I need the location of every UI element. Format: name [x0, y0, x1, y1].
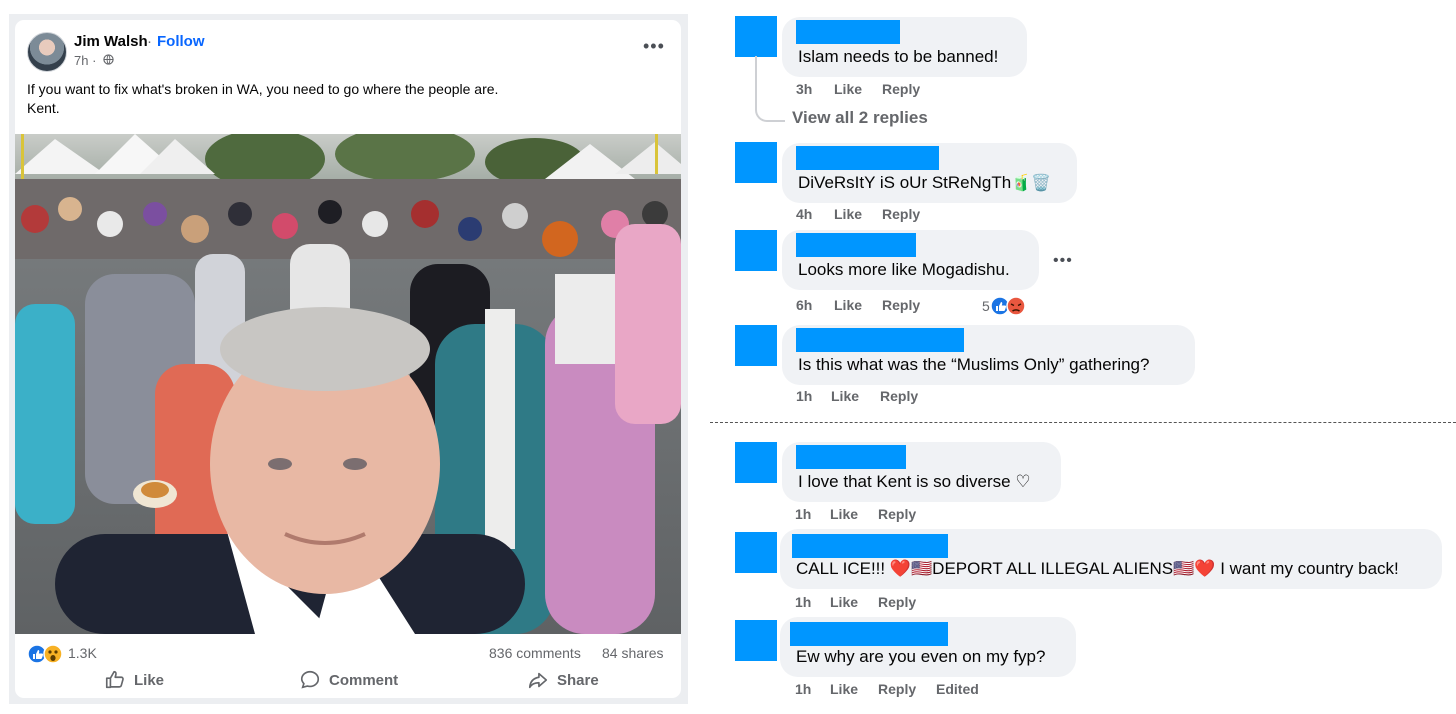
redacted-avatar	[735, 142, 777, 183]
comment-text: I love that Kent is so diverse ♡	[798, 472, 1031, 491]
post-card: Jim Walsh · Follow 7h · ••• If you want …	[15, 20, 681, 698]
redacted-avatar	[735, 325, 777, 366]
comment-meta: 3h Like Reply	[796, 81, 920, 97]
comment-text: CALL ICE!!! ❤️🇺🇸DEPORT ALL ILLEGAL ALIEN…	[796, 559, 1399, 578]
reaction-count[interactable]: 1.3K	[68, 645, 97, 661]
comment-bubble: DiVeRsItY iS oUr StReNgTh🧃🗑️	[782, 143, 1077, 203]
shares-count[interactable]: 84 shares	[602, 645, 663, 661]
comment-reply[interactable]: Reply	[878, 681, 936, 697]
reaction-icons[interactable]	[27, 644, 67, 664]
comment-text: Islam needs to be banned!	[798, 47, 999, 66]
redacted-avatar	[735, 230, 777, 271]
comment-bubble: Islam needs to be banned!	[782, 17, 1027, 77]
comment-label: Comment	[329, 671, 399, 689]
comment-like[interactable]: Like	[830, 506, 878, 522]
comment-text: DiVeRsItY iS oUr StReNgTh🧃🗑️	[798, 173, 1051, 193]
comment-meta: 1h Like Reply	[796, 388, 918, 404]
comment-like[interactable]: Like	[834, 81, 882, 97]
juice-trash-emoji: 🧃🗑️	[1011, 175, 1052, 192]
redacted-avatar	[735, 442, 777, 483]
comment-time[interactable]: 1h	[796, 388, 831, 404]
comment-bubble: Is this what was the “Muslims Only” gath…	[782, 325, 1195, 385]
like-button[interactable]: Like	[104, 666, 164, 694]
comment-like[interactable]: Like	[831, 388, 880, 404]
comment-button[interactable]: Comment	[299, 666, 398, 694]
post-time[interactable]: 7h ·	[74, 53, 96, 68]
redacted-avatar	[735, 532, 777, 573]
comment-like[interactable]: Like	[834, 297, 882, 313]
comment-like[interactable]: Like	[830, 681, 878, 697]
comment-bubble: CALL ICE!!! ❤️🇺🇸DEPORT ALL ILLEGAL ALIEN…	[780, 529, 1442, 589]
comment-reply[interactable]: Reply	[882, 81, 920, 97]
author-name[interactable]: Jim Walsh	[74, 33, 148, 50]
like-angry-icon	[990, 296, 1026, 316]
comment-text-body: DiVeRsItY iS oUr StReNgTh	[798, 173, 1012, 192]
comment-bubble: Ew why are you even on my fyp?	[780, 617, 1076, 677]
comment-time[interactable]: 1h	[795, 594, 830, 610]
view-replies-link[interactable]: View all 2 replies	[792, 108, 928, 128]
comment-bubble: Looks more like Mogadishu.	[782, 230, 1039, 290]
comment-time[interactable]: 1h	[795, 681, 830, 697]
comment-meta: 1h Like Reply	[795, 506, 916, 522]
redacted-name	[790, 622, 948, 646]
thumbs-up-icon	[105, 670, 124, 689]
redacted-avatar	[735, 16, 777, 57]
comment-icon	[300, 670, 320, 689]
comment-reaction-count: 5	[982, 298, 990, 314]
comment-time[interactable]: 6h	[796, 297, 834, 313]
follow-button[interactable]: Follow	[157, 33, 205, 50]
separator: ·	[147, 33, 152, 50]
comment-time[interactable]: 3h	[796, 81, 834, 97]
comment-meta: 6h Like Reply	[796, 297, 920, 313]
globe-icon	[103, 54, 114, 65]
share-button[interactable]: Share	[527, 666, 599, 694]
section-divider	[710, 422, 1456, 423]
comment-reply[interactable]: Reply	[878, 594, 916, 610]
comment-reply[interactable]: Reply	[882, 206, 920, 222]
comment-reactions[interactable]: 5	[982, 296, 1038, 316]
share-label: Share	[557, 671, 599, 689]
comment-text: Is this what was the “Muslims Only” gath…	[798, 355, 1150, 374]
share-icon	[528, 672, 548, 689]
comment-meta: 1h Like Reply Edited	[795, 681, 979, 697]
redacted-avatar	[735, 620, 777, 661]
more-options-icon[interactable]: •••	[643, 36, 665, 57]
comment-time[interactable]: 1h	[795, 506, 830, 522]
comment-more-icon[interactable]: •••	[1053, 252, 1073, 270]
comment-meta: 1h Like Reply	[795, 594, 916, 610]
redacted-name	[796, 233, 916, 257]
comment-reply[interactable]: Reply	[880, 388, 918, 404]
author-avatar[interactable]	[27, 32, 67, 72]
comment-meta: 4h Like Reply	[796, 206, 920, 222]
comment-text: Ew why are you even on my fyp?	[796, 647, 1046, 666]
thread-line	[755, 56, 785, 122]
comment-reply[interactable]: Reply	[882, 297, 920, 313]
comments-count[interactable]: 836 comments	[489, 645, 581, 661]
like-label: Like	[134, 671, 165, 689]
comment-bubble: I love that Kent is so diverse ♡	[782, 442, 1061, 502]
comment-text: Looks more like Mogadishu.	[798, 260, 1010, 279]
redacted-name	[796, 445, 906, 469]
redacted-name	[796, 20, 900, 44]
post-photo[interactable]	[15, 134, 681, 634]
comment-time[interactable]: 4h	[796, 206, 834, 222]
comment-edited: Edited	[936, 681, 979, 697]
redacted-name	[796, 146, 939, 170]
redacted-name	[796, 328, 964, 352]
comment-reply[interactable]: Reply	[878, 506, 916, 522]
comment-like[interactable]: Like	[834, 206, 882, 222]
post-panel: Jim Walsh · Follow 7h · ••• If you want …	[9, 14, 688, 704]
comment-like[interactable]: Like	[830, 594, 878, 610]
post-text: If you want to fix what's broken in WA, …	[27, 81, 499, 116]
redacted-name	[792, 534, 948, 558]
